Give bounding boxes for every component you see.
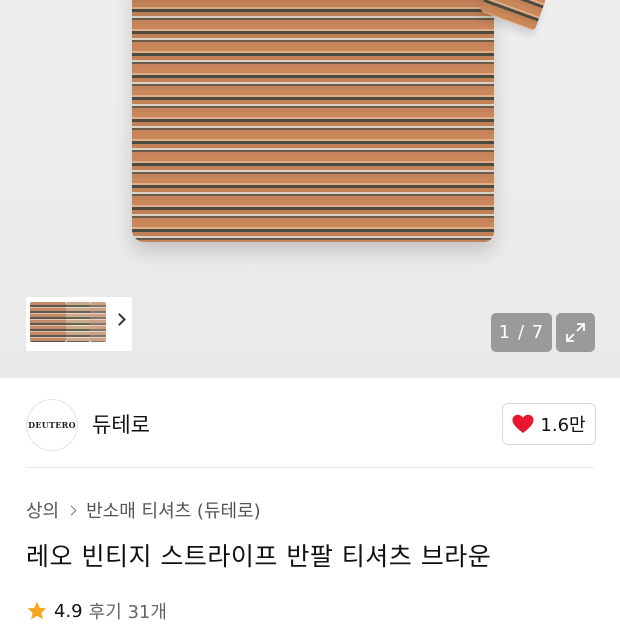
breadcrumb-item-top[interactable]: 상의 <box>26 497 59 523</box>
heart-icon <box>512 414 534 433</box>
chevron-right-icon <box>66 505 77 515</box>
thumbnail-image[interactable] <box>90 302 106 342</box>
thumbnail-image[interactable] <box>30 302 66 342</box>
expand-icon <box>566 323 585 342</box>
like-count: 1.6만 <box>540 415 586 436</box>
thumbnail-strip[interactable] <box>26 297 132 351</box>
star-icon <box>27 601 47 620</box>
brand-logo-text: DEUTERO <box>28 420 76 430</box>
brand-logo[interactable]: DEUTERO <box>26 399 78 451</box>
product-title: 레오 빈티지 스트라이프 반팔 티셔츠 브라운 <box>26 542 492 571</box>
rating-summary[interactable]: 4.9 후기 31개 <box>26 598 167 624</box>
breadcrumb-item-short-sleeve[interactable]: 반소매 티셔츠 (듀테로) <box>86 497 261 523</box>
shirt-shadow <box>132 0 494 30</box>
rating-score: 4.9 <box>54 600 83 622</box>
like-button[interactable]: 1.6만 <box>502 403 596 445</box>
expand-button[interactable] <box>556 313 595 352</box>
thumbnail-image[interactable] <box>66 302 90 342</box>
brand-name[interactable]: 듀테로 <box>92 409 150 439</box>
image-pager: 1 / 7 <box>491 313 552 352</box>
brand-row: DEUTERO 듀테로 1.6만 <box>0 378 620 468</box>
breadcrumb: 상의 반소매 티셔츠 (듀테로) <box>26 497 261 523</box>
review-count[interactable]: 후기 31개 <box>89 598 167 624</box>
product-image-gallery[interactable]: 1 / 7 <box>0 0 620 378</box>
product-image <box>132 0 494 242</box>
chevron-right-icon[interactable] <box>113 313 126 326</box>
divider <box>26 467 594 468</box>
